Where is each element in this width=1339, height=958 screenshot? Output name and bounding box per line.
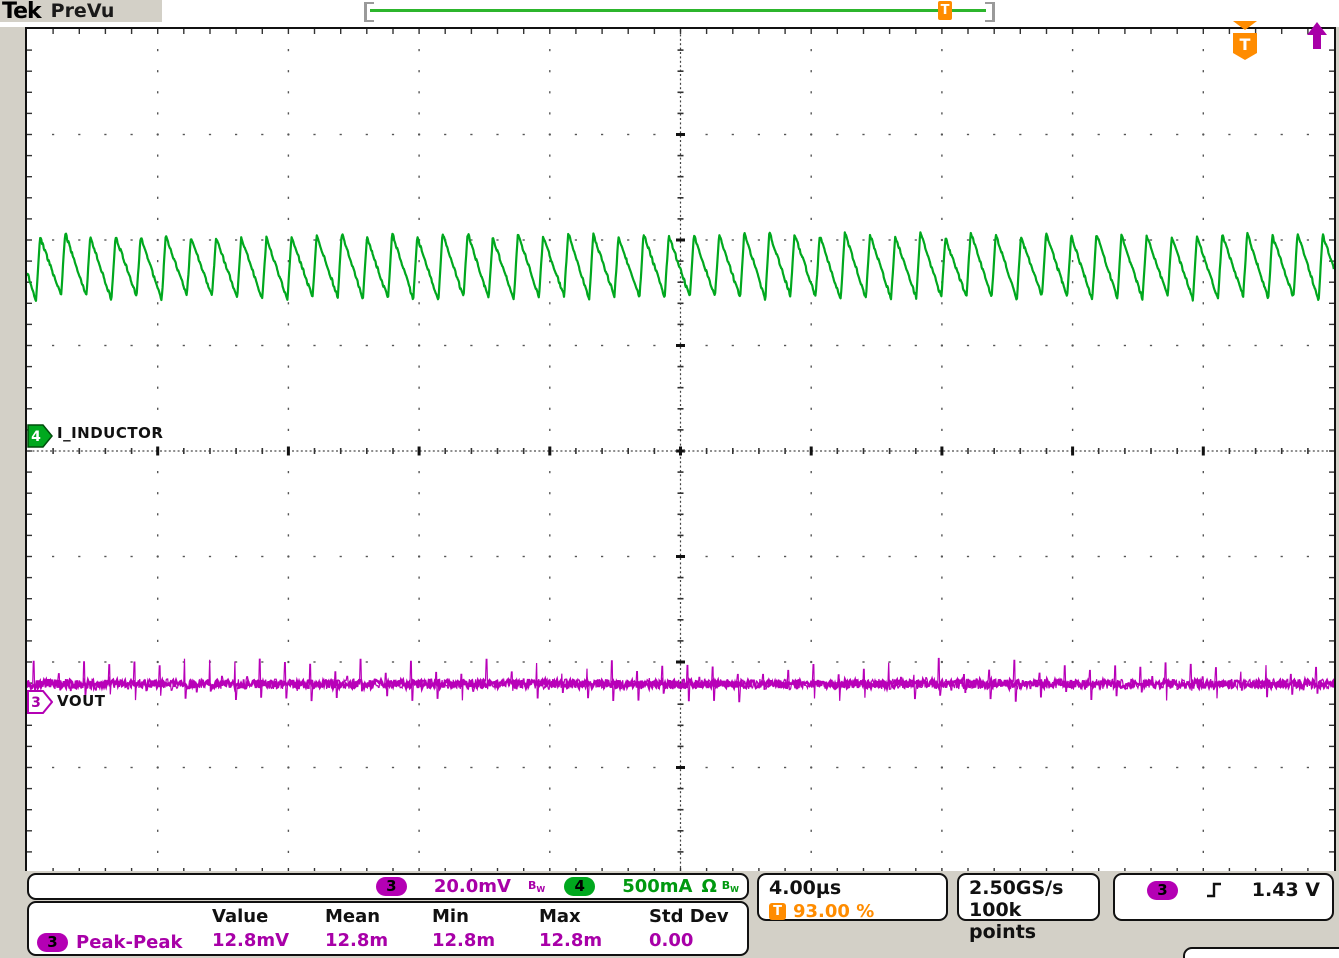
trigger-slope-rising-icon xyxy=(1207,882,1221,898)
ch4-bandwidth-icon: BW xyxy=(721,878,739,895)
ch3-badge[interactable]: 3 xyxy=(375,877,407,896)
channel-scale-readouts[interactable]: 3 20.0mV BW 4 500mA Ω BW xyxy=(27,873,749,900)
acquisition-status: PreVu xyxy=(50,0,115,22)
record-view-trigger-marker-icon[interactable]: T xyxy=(938,1,952,20)
record-view-right-bracket xyxy=(985,2,995,22)
trigger-level-offscreen-arrow-icon[interactable] xyxy=(1305,22,1329,52)
svg-text:T: T xyxy=(1240,35,1251,54)
ch4-badge[interactable]: 4 xyxy=(564,877,596,896)
oscilloscope-screen: Tek PreVu T 4 I_INDUCTOR 3 VOUT T 3 20.0… xyxy=(0,0,1339,958)
meas-min: 12.8m xyxy=(432,930,496,951)
acquisition-readout[interactable]: 2.50GS/s 100k points xyxy=(957,873,1100,943)
sample-rate: 2.50GS/s xyxy=(969,877,1064,899)
meas-header-stddev: Std Dev xyxy=(649,906,729,927)
bottom-right-partial-box xyxy=(1183,947,1339,958)
meas-mean: 12.8m xyxy=(325,930,389,951)
ch4-reference-marker[interactable]: 4 xyxy=(27,424,53,448)
measurement-table: Value Mean Min Max Std Dev 3 Peak-Peak 1… xyxy=(27,901,749,956)
ch4-label: I_INDUCTOR xyxy=(57,424,164,442)
logo-area: Tek PreVu xyxy=(0,0,162,24)
ch3-reference-marker[interactable]: 3 xyxy=(27,690,53,714)
trigger-position-flag-icon[interactable]: T xyxy=(1225,21,1265,61)
meas-row-source: 3 Peak-Peak xyxy=(37,930,212,954)
graticule: 4 I_INDUCTOR 3 VOUT T xyxy=(25,21,1336,875)
ch4-coupling-symbol: Ω xyxy=(701,876,717,897)
meas-ch3-badge: 3 xyxy=(37,932,68,952)
ch3-scale: 20.0mV xyxy=(433,876,511,897)
meas-name: Peak-Peak xyxy=(76,931,183,953)
meas-max: 12.8m xyxy=(539,930,603,951)
top-status-bar: Tek PreVu T xyxy=(0,0,1339,27)
ch4-scale: 500mA xyxy=(622,876,693,897)
meas-stddev: 0.00 xyxy=(649,930,694,951)
trigger-level-value: 1.43 V xyxy=(1251,879,1320,901)
trigger-position-value: 93.00 % xyxy=(793,901,875,922)
record-length: 100k points xyxy=(969,899,1037,943)
trigger-source-badge: 3 xyxy=(1147,880,1178,900)
meas-header-mean: Mean xyxy=(325,906,381,927)
svg-text:4: 4 xyxy=(31,429,41,445)
record-view-waveform-bar xyxy=(370,9,986,12)
meas-value: 12.8mV xyxy=(212,930,290,951)
meas-header-value: Value xyxy=(212,906,269,927)
meas-header-min: Min xyxy=(432,906,469,927)
tek-logo: Tek xyxy=(2,0,42,24)
trigger-readout[interactable]: 3 1.43 V xyxy=(1113,873,1334,921)
horizontal-readout[interactable]: 4.00µs T 93.00 % xyxy=(757,873,948,922)
waveform-traces xyxy=(27,231,1334,703)
ch3-bandwidth-icon: BW xyxy=(527,878,546,895)
meas-header-max: Max xyxy=(539,906,581,927)
trigger-position-icon: T xyxy=(769,903,786,920)
record-view-left-bracket xyxy=(364,2,374,22)
bottom-readout-bar: 3 20.0mV BW 4 500mA Ω BW Value Mean Min … xyxy=(0,871,1339,958)
svg-text:3: 3 xyxy=(31,695,41,711)
ch3-label: VOUT xyxy=(57,692,106,710)
timebase-value: 4.00µs xyxy=(769,877,842,899)
